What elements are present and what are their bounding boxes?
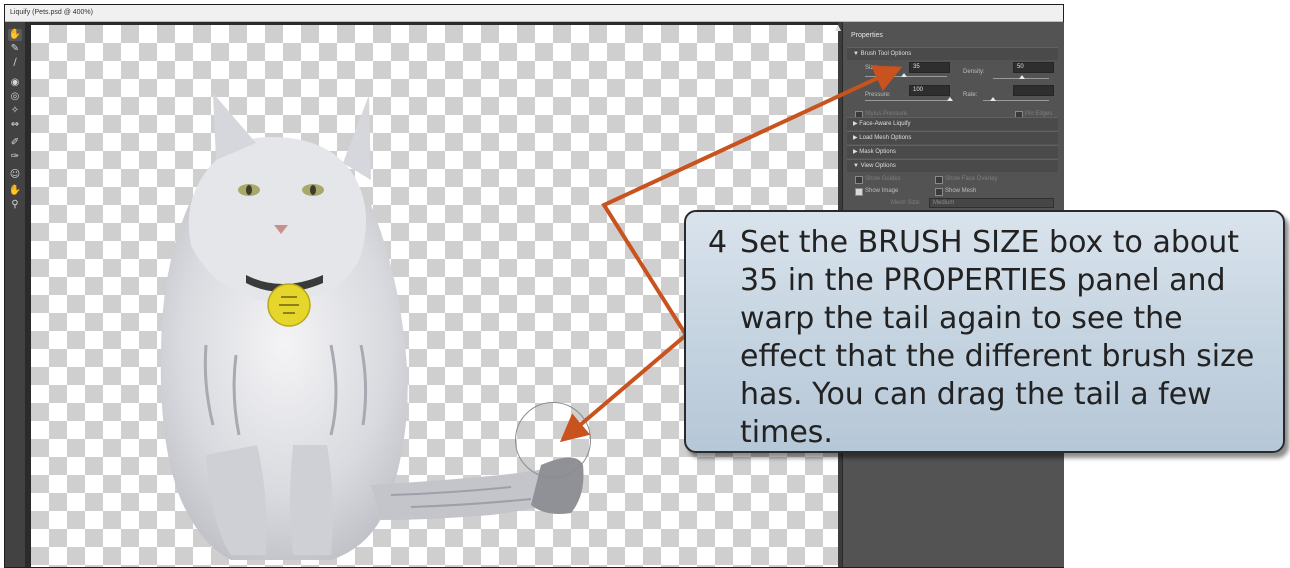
step-number: 4: [708, 225, 728, 260]
instruction-callout: 4 Set the BRUSH SIZE box to about 35 in …: [684, 210, 1285, 453]
instruction-text: Set the BRUSH SIZE box to about 35 in th…: [740, 225, 1255, 450]
